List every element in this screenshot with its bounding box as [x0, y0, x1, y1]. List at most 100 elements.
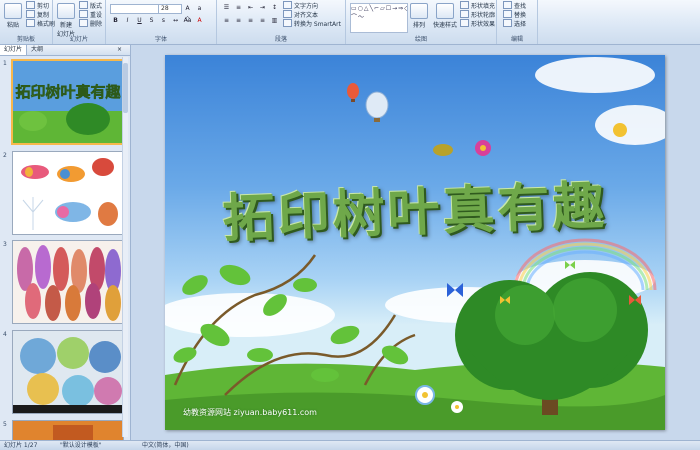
watermark-text: 幼教资源网站 ziyuan.baby611.com	[183, 408, 317, 417]
slide-thumbnail-3[interactable]	[12, 240, 124, 324]
font-size-combo[interactable]: 28	[158, 4, 182, 14]
replace-icon	[503, 10, 512, 18]
arrange-button[interactable]: 排列	[408, 3, 430, 29]
clipboard-group: 粘贴 剪切 复制 格式刷 剪贴板	[0, 0, 55, 44]
replace-button[interactable]: 替换	[503, 10, 526, 19]
slide-1[interactable]: 拓印树叶真有趣 幼教资源网站 ziyuan.baby611.com	[165, 55, 665, 430]
arrange-icon	[410, 3, 428, 19]
cut-button[interactable]: 剪切	[26, 1, 49, 10]
slide-canvas: 拓印树叶真有趣 幼教资源网站 ziyuan.baby611.com	[131, 45, 700, 440]
brush-icon	[26, 19, 35, 27]
format-painter-button[interactable]: 格式刷	[26, 19, 55, 28]
hot-air-balloons	[347, 83, 389, 122]
text-direction-icon	[283, 1, 292, 9]
shape-fill-button[interactable]: 形状填充	[460, 1, 495, 10]
shrink-font-icon[interactable]: a	[194, 4, 205, 14]
smartart-button[interactable]: 转换为 SmartArt	[283, 19, 341, 28]
layout-button[interactable]: 版式	[79, 1, 102, 10]
paragraph-group-label: 段落	[274, 36, 287, 43]
drawing-group: ▭○△╲⌐▱☐→⇒◇☆⬠{}⌒～ 排列 快速样式 形状填充 形状轮廓 形状效果 …	[346, 0, 497, 44]
align-right-icon[interactable]: ≡	[245, 16, 256, 26]
new-slide-button[interactable]: 新建 幻灯片	[55, 3, 77, 38]
quick-styles-button[interactable]: 快速样式	[432, 3, 458, 29]
reset-button[interactable]: 重设	[79, 10, 102, 19]
shape-effects-button[interactable]: 形状效果	[460, 19, 495, 28]
panel-scrollbar[interactable]	[122, 57, 128, 437]
binoculars-icon	[503, 1, 512, 9]
bold-icon[interactable]: B	[110, 16, 121, 26]
tab-slides[interactable]: 幻灯片	[0, 45, 28, 55]
layout-icon	[79, 1, 88, 9]
scrollbar-thumb[interactable]	[123, 63, 128, 113]
slides-group-label: 幻灯片	[69, 36, 88, 43]
line-spacing-icon[interactable]: ↕	[269, 3, 280, 13]
slide-thumbnail-4[interactable]	[12, 330, 124, 414]
paste-icon	[4, 3, 22, 19]
slide-5-preview	[13, 421, 123, 441]
new-slide-icon	[57, 3, 75, 19]
thumb-number: 1	[3, 60, 7, 67]
slide-4-preview	[13, 331, 123, 413]
cursor-icon	[503, 19, 512, 27]
editing-group-label: 编辑	[510, 36, 523, 43]
thumb-number: 5	[3, 421, 7, 428]
copy-button[interactable]: 复制	[26, 10, 49, 19]
slides-panel: 幻灯片 大纲 × 1 拓印树叶真有趣 2 3 4 5	[0, 45, 131, 442]
grow-font-icon[interactable]: A	[182, 4, 193, 14]
clipboard-group-label: 剪贴板	[16, 36, 35, 43]
outline-icon	[460, 10, 469, 18]
italic-icon[interactable]: I	[122, 16, 133, 26]
slide-thumbnail-1[interactable]: 拓印树叶真有趣	[11, 59, 125, 145]
shadow-icon[interactable]: s	[158, 16, 169, 26]
align-text-button[interactable]: 对齐文本	[283, 10, 318, 19]
fill-icon	[460, 1, 469, 9]
smartart-icon	[283, 19, 292, 27]
decrease-indent-icon[interactable]: ⇤	[245, 3, 256, 13]
paste-button[interactable]: 粘贴	[2, 3, 24, 29]
justify-icon[interactable]: ≡	[257, 16, 268, 26]
ribbon: 粘贴 剪切 复制 格式刷 剪贴板 新建 幻灯片 版式 重设 删除 幻灯片 28 A…	[0, 0, 700, 45]
font-group: 28 Aa◇ B I U Ss ↔ Aa A 字体	[106, 0, 217, 44]
quick-styles-icon	[436, 3, 454, 19]
bird	[433, 144, 453, 156]
slides-group: 新建 幻灯片 版式 重设 删除 幻灯片	[53, 0, 106, 44]
shapes-gallery[interactable]: ▭○△╲⌐▱☐→⇒◇☆⬠{}⌒～	[350, 3, 408, 33]
spacing-icon[interactable]: ↔	[170, 16, 181, 26]
svg-text:拓印树叶真有趣: 拓印树叶真有趣	[15, 83, 121, 101]
bullets-icon[interactable]: ☰	[221, 3, 232, 13]
case-icon[interactable]: Aa	[182, 16, 193, 26]
strikethrough-icon[interactable]: S	[146, 16, 157, 26]
font-color-icon[interactable]: A	[194, 16, 205, 26]
tab-outline[interactable]: 大纲	[27, 45, 47, 55]
slide-2-preview	[13, 152, 123, 234]
close-icon[interactable]: ×	[113, 45, 126, 55]
paragraph-group: ☰ ≡ ⇤ ⇥ ↕ ≡ ≡ ≡ ≡ ▥ 文字方向 对齐文本 转换为 SmartArt 段落	[217, 0, 346, 44]
copy-icon	[26, 10, 35, 18]
slide-thumbnail-2[interactable]	[12, 151, 124, 235]
increase-indent-icon[interactable]: ⇥	[257, 3, 268, 13]
text-direction-button[interactable]: 文字方向	[283, 1, 318, 10]
columns-icon[interactable]: ▥	[269, 16, 280, 26]
font-name-combo[interactable]	[110, 4, 160, 14]
find-button[interactable]: 查找	[503, 1, 526, 10]
slide-thumbnail-5[interactable]	[12, 420, 124, 442]
shape-outline-button[interactable]: 形状轮廓	[460, 10, 495, 19]
thumb-number: 2	[3, 152, 7, 159]
select-button[interactable]: 选择	[503, 19, 526, 28]
thumb-number: 4	[3, 331, 7, 338]
numbering-icon[interactable]: ≡	[233, 3, 244, 13]
scissors-icon	[26, 1, 35, 9]
effects-icon	[460, 19, 469, 27]
align-center-icon[interactable]: ≡	[233, 16, 244, 26]
font-group-label: 字体	[154, 36, 167, 43]
underline-icon[interactable]: U	[134, 16, 145, 26]
thumb-number: 3	[3, 241, 7, 248]
align-left-icon[interactable]: ≡	[221, 16, 232, 26]
slide-1-preview: 拓印树叶真有趣	[13, 61, 123, 143]
editing-group: 查找 替换 选择 编辑	[497, 0, 538, 44]
drawing-group-label: 绘图	[414, 36, 427, 43]
delete-icon	[79, 19, 88, 27]
panel-tabs: 幻灯片 大纲 ×	[0, 45, 130, 56]
reset-icon	[79, 10, 88, 18]
delete-button[interactable]: 删除	[79, 19, 102, 28]
